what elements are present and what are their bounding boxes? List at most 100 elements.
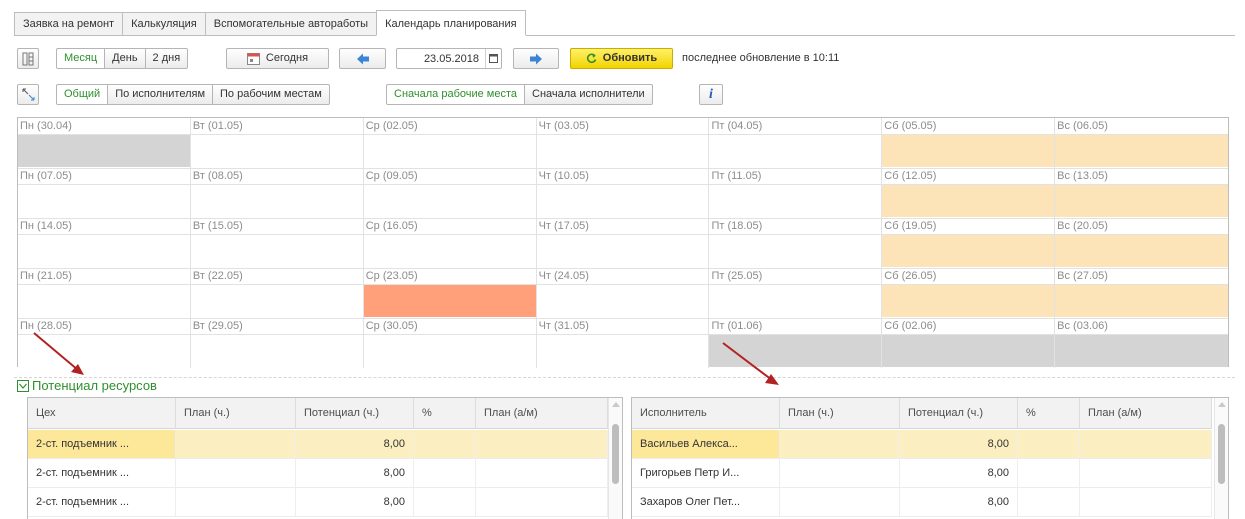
calendar-day-cell[interactable]: Ср (30.05) xyxy=(363,318,537,368)
column-settings-button[interactable] xyxy=(17,48,39,69)
order-workplaces-first-button[interactable]: Сначала рабочие места xyxy=(386,84,526,105)
chevron-down-icon[interactable] xyxy=(17,379,29,392)
tab-calculation[interactable]: Калькуляция xyxy=(122,12,205,36)
scale-settings-button[interactable] xyxy=(17,84,39,105)
calendar-day-cell[interactable]: Пн (30.04) xyxy=(18,118,191,168)
workshop-resources-table: Цех План (ч.) Потенциал (ч.)% План (а/м) 2-с… xyxy=(27,397,623,519)
date-picker-icon[interactable] xyxy=(485,49,501,68)
calendar-day-label: Пт (01.06) xyxy=(711,320,763,332)
scrollbar-thumb[interactable] xyxy=(612,424,619,484)
scroll-up-icon[interactable] xyxy=(1218,402,1226,407)
calendar-day-label: Чт (10.05) xyxy=(538,170,589,182)
calendar-week-row: Пн (28.05) Вт (29.05) Ср (30.05) Чт (31.05)… xyxy=(18,318,1229,368)
calendar-day-cell[interactable]: Пт (25.05) xyxy=(709,268,883,318)
calendar-day-cell[interactable]: Вт (22.05) xyxy=(190,268,364,318)
calendar-day-cell[interactable]: Пн (21.05) xyxy=(18,268,191,318)
tab-auxiliary-works[interactable]: Вспомогательные автоработы xyxy=(204,12,377,36)
column-header[interactable]: % xyxy=(414,398,476,429)
calendar-day-cell[interactable]: Вт (15.05) xyxy=(190,218,364,268)
arrow-left-icon xyxy=(356,53,369,64)
column-header[interactable]: План (а/м) xyxy=(1080,398,1212,429)
calendar-day-body xyxy=(536,234,709,267)
column-header[interactable]: План (а/м) xyxy=(476,398,608,429)
calendar-day-label: Вс (06.05) xyxy=(1057,120,1108,132)
mode-general-button[interactable]: Общий xyxy=(56,84,109,105)
column-header[interactable]: Исполнитель xyxy=(632,398,780,429)
column-header[interactable]: План (ч.) xyxy=(176,398,296,429)
table-row[interactable]: 2-ст. подъемник ... 8,00 xyxy=(28,430,608,459)
vertical-scrollbar[interactable] xyxy=(608,398,622,519)
calendar-day-cell[interactable]: Пн (14.05) xyxy=(18,218,191,268)
mode-by-workplaces-button[interactable]: По рабочим местам xyxy=(213,84,330,105)
mode-by-executors-button[interactable]: По исполнителям xyxy=(108,84,214,105)
calendar-day-cell[interactable]: Ср (16.05) xyxy=(363,218,537,268)
date-value: 23.05.2018 xyxy=(423,52,479,65)
calendar-day-label: Ср (23.05) xyxy=(365,270,418,282)
table-cell xyxy=(1080,459,1212,487)
calendar-day-cell[interactable]: Вс (06.05) xyxy=(1055,118,1229,168)
column-header[interactable]: План (ч.) xyxy=(780,398,900,429)
previous-period-button[interactable] xyxy=(339,48,386,69)
calendar-day-cell[interactable]: Пт (04.05) xyxy=(709,118,883,168)
calendar-day-cell[interactable]: Ср (02.05) xyxy=(363,118,537,168)
calendar-week-row: Пн (30.04) Вт (01.05) Ср (02.05) Чт (03.05)… xyxy=(18,118,1229,168)
calendar-day-cell[interactable]: Пт (11.05) xyxy=(709,168,883,218)
next-period-button[interactable] xyxy=(513,48,559,69)
calendar-day-cell[interactable]: Сб (02.06) xyxy=(882,318,1056,368)
calendar-day-cell[interactable]: Вс (27.05) xyxy=(1055,268,1229,318)
table-row[interactable]: Григорьев Петр И... 8,00 xyxy=(632,459,1212,488)
calendar-day-cell[interactable]: Сб (26.05) xyxy=(882,268,1056,318)
calendar-day-cell[interactable]: Пт (18.05) xyxy=(709,218,883,268)
column-header[interactable]: Потенциал (ч.) xyxy=(296,398,414,429)
table-row[interactable]: Васильев Алекса... 8,00 xyxy=(632,430,1212,459)
tab-planning-calendar[interactable]: Календарь планирования xyxy=(376,10,526,36)
calendar-day-cell[interactable]: Вт (29.05) xyxy=(190,318,364,368)
period-day-button[interactable]: День xyxy=(105,48,146,69)
calendar-day-cell[interactable]: Чт (10.05) xyxy=(536,168,710,218)
calendar-day-cell[interactable]: Чт (03.05) xyxy=(536,118,710,168)
table-cell: 8,00 xyxy=(296,430,414,458)
order-executors-first-button[interactable]: Сначала исполнители xyxy=(525,84,653,105)
date-input[interactable]: 23.05.2018 xyxy=(396,48,502,69)
today-button[interactable]: Сегодня xyxy=(226,48,329,69)
view-mode-selector: Общий По исполнителям По рабочим местам xyxy=(56,84,330,105)
calendar-day-cell[interactable]: Ср (09.05) xyxy=(363,168,537,218)
tab-repair-request[interactable]: Заявка на ремонт xyxy=(14,12,123,36)
month-calendar: Пн (30.04) Вт (01.05) Ср (02.05) Чт (03.05)… xyxy=(17,117,1229,368)
calendar-day-cell[interactable]: Вс (13.05) xyxy=(1055,168,1229,218)
calendar-day-cell[interactable]: Чт (24.05) xyxy=(536,268,710,318)
calendar-day-cell[interactable]: Сб (19.05) xyxy=(882,218,1056,268)
calendar-day-cell[interactable]: Вт (01.05) xyxy=(190,118,364,168)
table-row[interactable]: Захаров Олег Пет... 8,00 xyxy=(632,488,1212,517)
table-row[interactable]: 2-ст. подъемник ... 8,00 xyxy=(28,488,608,517)
calendar-day-cell[interactable]: Чт (31.05) xyxy=(536,318,710,368)
table-cell: 8,00 xyxy=(296,459,414,487)
calendar-day-cell[interactable]: Вт (08.05) xyxy=(190,168,364,218)
period-selector: Месяц День 2 дня xyxy=(56,48,189,69)
period-month-button[interactable]: Месяц xyxy=(56,48,106,69)
calendar-day-body xyxy=(363,284,536,317)
calendar-day-cell[interactable]: Сб (12.05) xyxy=(882,168,1056,218)
column-header[interactable]: Потенциал (ч.) xyxy=(900,398,1018,429)
calendar-day-body xyxy=(709,134,882,167)
table-cell: 8,00 xyxy=(900,430,1018,458)
calendar-day-cell[interactable]: Чт (17.05) xyxy=(536,218,710,268)
calendar-day-cell[interactable]: Пн (07.05) xyxy=(18,168,191,218)
calendar-day-cell[interactable]: Вс (20.05) xyxy=(1055,218,1229,268)
calendar-day-cell[interactable]: Ср (23.05) xyxy=(363,268,537,318)
resources-group-header[interactable]: Потенциал ресурсов xyxy=(17,378,157,393)
vertical-scrollbar[interactable] xyxy=(1214,398,1228,519)
info-button[interactable]: i xyxy=(699,84,723,105)
refresh-button[interactable]: Обновить xyxy=(570,48,673,69)
column-header[interactable]: % xyxy=(1018,398,1080,429)
refresh-label: Обновить xyxy=(602,52,658,64)
calendar-day-body xyxy=(18,284,190,317)
period-2days-button[interactable]: 2 дня xyxy=(145,48,189,69)
calendar-day-body xyxy=(190,334,363,367)
scroll-up-icon[interactable] xyxy=(612,402,620,407)
scrollbar-thumb[interactable] xyxy=(1218,424,1225,484)
column-header[interactable]: Цех xyxy=(28,398,176,429)
table-row[interactable]: 2-ст. подъемник ... 8,00 xyxy=(28,459,608,488)
calendar-day-cell[interactable]: Вс (03.06) xyxy=(1055,318,1229,368)
calendar-day-cell[interactable]: Сб (05.05) xyxy=(882,118,1056,168)
